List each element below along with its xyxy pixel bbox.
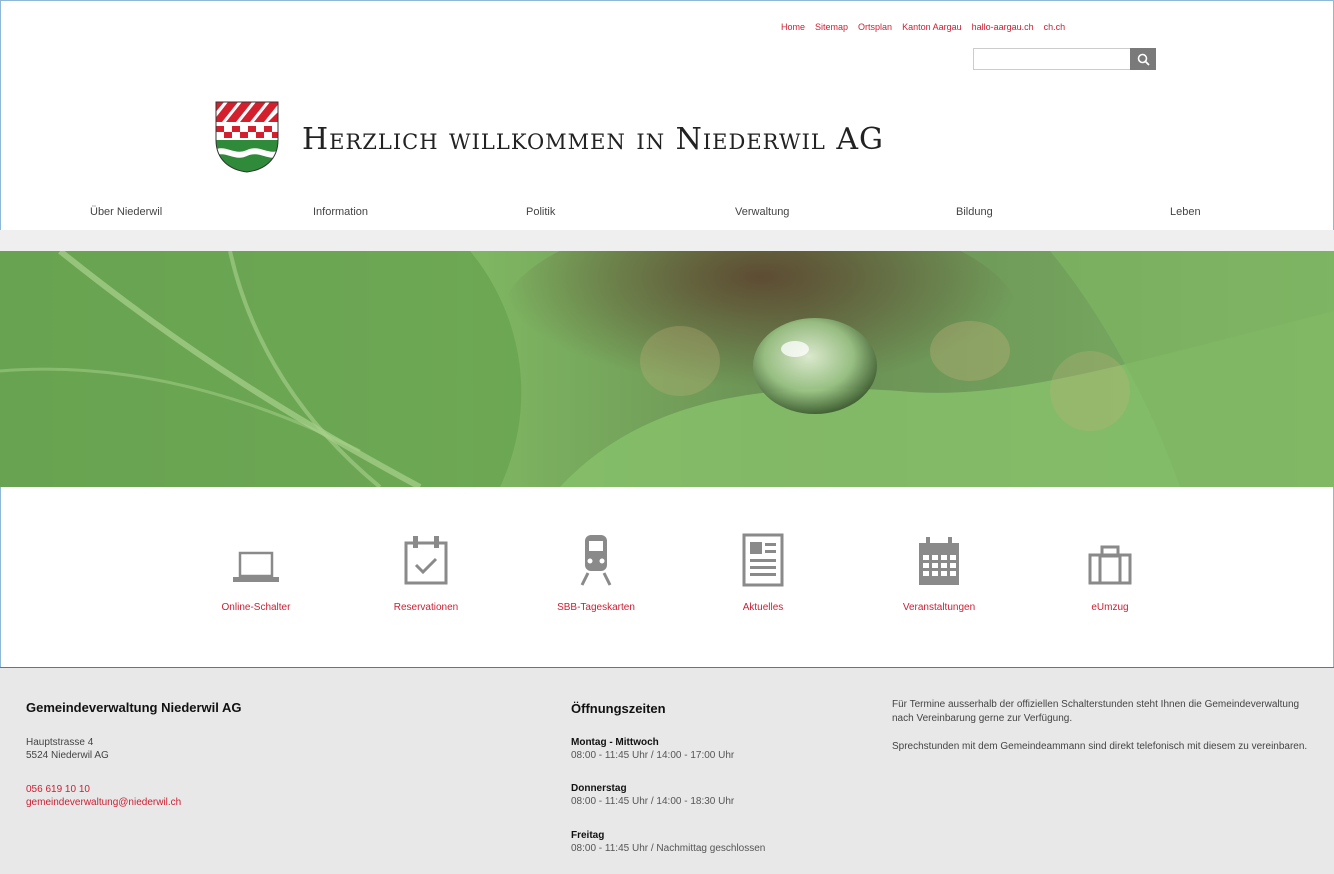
- email-link[interactable]: gemeindeverwaltung@niederwil.ch: [26, 796, 181, 809]
- search-bar: [973, 48, 1156, 70]
- hero-image: [0, 251, 1334, 487]
- nav-item-information[interactable]: Information: [313, 206, 368, 218]
- search-button[interactable]: [1130, 48, 1156, 70]
- toplink-home[interactable]: Home: [781, 22, 805, 32]
- page-title: Herzlich willkommen in Niederwil AG: [302, 122, 884, 157]
- quicklink-reservationen[interactable]: Reservationen: [356, 525, 496, 613]
- nav-item-ueber-niederwil[interactable]: Über Niederwil: [90, 206, 162, 218]
- toplink-sitemap[interactable]: Sitemap: [815, 22, 848, 32]
- opening-hours-title: Öffnungszeiten: [571, 701, 666, 716]
- main-nav: Über Niederwil Information Politik Verwa…: [0, 206, 1334, 230]
- quicklink-veranstaltungen[interactable]: Veranstaltungen: [869, 525, 1009, 613]
- hours-day: Montag - Mittwoch: [571, 737, 659, 748]
- quicklink-sbb-tageskarten[interactable]: SBB-Tageskarten: [526, 525, 666, 613]
- calendar-grid-icon: [919, 537, 959, 585]
- quick-links: Online-Schalter Reservationen SBB-Tagesk…: [0, 525, 1334, 635]
- hours-entry: Freitag 08:00 - 11:45 Uhr / Nachmittag g…: [571, 829, 765, 855]
- hours-day: Donnerstag: [571, 783, 627, 794]
- top-links: Home Sitemap Ortsplan Kanton Aargau hall…: [781, 22, 1065, 32]
- hours-time: 08:00 - 11:45 Uhr / Nachmittag geschloss…: [571, 843, 766, 854]
- toplink-ortsplan[interactable]: Ortsplan: [858, 22, 892, 32]
- hours-entry: Donnerstag 08:00 - 11:45 Uhr / 14:00 - 1…: [571, 782, 734, 808]
- hours-time: 08:00 - 11:45 Uhr / 14:00 - 17:00 Uhr: [571, 750, 735, 761]
- toplink-ch-ch[interactable]: ch.ch: [1044, 22, 1066, 32]
- search-icon: [1137, 53, 1150, 66]
- newspaper-icon: [742, 533, 784, 587]
- quicklink-label: Reservationen: [393, 602, 459, 613]
- footer: Gemeindeverwaltung Niederwil AG Hauptstr…: [0, 667, 1334, 874]
- address-line: 5524 Niederwil AG: [26, 750, 109, 761]
- briefcase-icon: [1088, 545, 1132, 585]
- quicklink-aktuelles[interactable]: Aktuelles: [693, 525, 833, 613]
- quicklink-label: eUmzug: [1091, 602, 1129, 613]
- train-icon: [580, 535, 612, 586]
- nav-item-verwaltung[interactable]: Verwaltung: [735, 206, 789, 218]
- hours-entry: Montag - Mittwoch 08:00 - 11:45 Uhr / 14…: [571, 736, 734, 762]
- consultation-note: Sprechstunden mit dem Gemeindeammann sin…: [892, 741, 1308, 752]
- footer-contact: 056 619 10 10 gemeindeverwaltung@niederw…: [26, 783, 181, 809]
- nav-divider-strip: [0, 230, 1334, 251]
- search-input[interactable]: [973, 48, 1130, 70]
- hours-time: 08:00 - 11:45 Uhr / 14:00 - 18:30 Uhr: [571, 796, 735, 807]
- quicklink-label: Veranstaltungen: [902, 602, 976, 613]
- quicklink-online-schalter[interactable]: Online-Schalter: [186, 525, 326, 613]
- address-line: Hauptstrasse 4: [26, 737, 94, 748]
- appointment-note: Für Termine ausserhalb der offiziellen S…: [892, 699, 1300, 724]
- laptop-icon: [233, 551, 279, 582]
- quicklink-label: Aktuelles: [742, 602, 784, 613]
- hours-day: Freitag: [571, 830, 605, 841]
- nav-item-politik[interactable]: Politik: [526, 206, 555, 218]
- coat-of-arms-logo[interactable]: [214, 100, 280, 174]
- quicklink-label: Online-Schalter: [221, 602, 291, 613]
- calendar-check-icon: [404, 536, 448, 585]
- phone-link[interactable]: 056 619 10 10: [26, 783, 181, 796]
- quicklink-label: SBB-Tageskarten: [557, 602, 635, 613]
- footer-address: Hauptstrasse 4 5524 Niederwil AG: [26, 736, 109, 762]
- nav-item-leben[interactable]: Leben: [1170, 206, 1201, 218]
- nav-item-bildung[interactable]: Bildung: [956, 206, 993, 218]
- toplink-hallo-aargau[interactable]: hallo-aargau.ch: [972, 22, 1034, 32]
- footer-org-name: Gemeindeverwaltung Niederwil AG: [26, 700, 242, 715]
- quicklink-eumzug[interactable]: eUmzug: [1040, 525, 1180, 613]
- toplink-kanton-aargau[interactable]: Kanton Aargau: [902, 22, 962, 32]
